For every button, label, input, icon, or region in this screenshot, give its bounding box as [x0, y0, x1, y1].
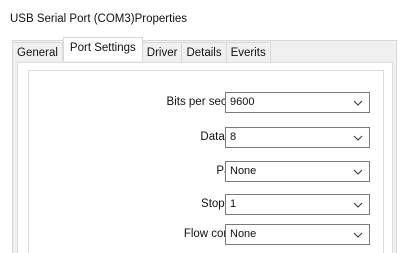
parity-select[interactable]: None: [225, 161, 370, 182]
properties-dialog: USB Serial Port (COM3)Properties General…: [0, 0, 400, 253]
stop-bits-select[interactable]: 1: [225, 194, 370, 215]
tab-driver[interactable]: Driver: [142, 42, 183, 62]
bits-per-second-select[interactable]: 9600: [225, 92, 370, 113]
parity-value: None: [230, 165, 257, 177]
settings-group: Bits per second: 9600 Data bits: 8 Parit…: [28, 70, 384, 253]
flow-control-select[interactable]: None: [225, 224, 370, 245]
flow-control-row: Flow control: None: [29, 224, 383, 246]
stop-bits-row: Stop bits: 1: [29, 194, 383, 216]
bits-per-second-value: 9600: [230, 96, 255, 108]
tab-strip: General Port Settings Driver Details Eve…: [12, 37, 271, 62]
window-title: USB Serial Port (COM3)Properties: [10, 13, 188, 25]
parity-row: Parity: None: [29, 161, 383, 183]
chevron-down-icon: [353, 100, 363, 106]
tab-port-settings[interactable]: Port Settings: [62, 37, 143, 61]
data-bits-row: Data bits: 8: [29, 127, 383, 149]
chevron-down-icon: [353, 232, 363, 238]
tab-events[interactable]: Everits: [226, 42, 271, 62]
chevron-down-icon: [353, 202, 363, 208]
data-bits-value: 8: [230, 131, 237, 143]
bits-per-second-row: Bits per second: 9600: [29, 92, 383, 114]
stop-bits-value: 1: [230, 198, 237, 210]
flow-control-value: None: [230, 228, 257, 240]
tab-details[interactable]: Details: [182, 42, 227, 62]
chevron-down-icon: [353, 135, 363, 141]
port-settings-panel: Bits per second: 9600 Data bits: 8 Parit…: [17, 62, 393, 253]
data-bits-select[interactable]: 8: [225, 127, 370, 148]
chevron-down-icon: [353, 169, 363, 175]
tab-general[interactable]: General: [12, 42, 63, 62]
